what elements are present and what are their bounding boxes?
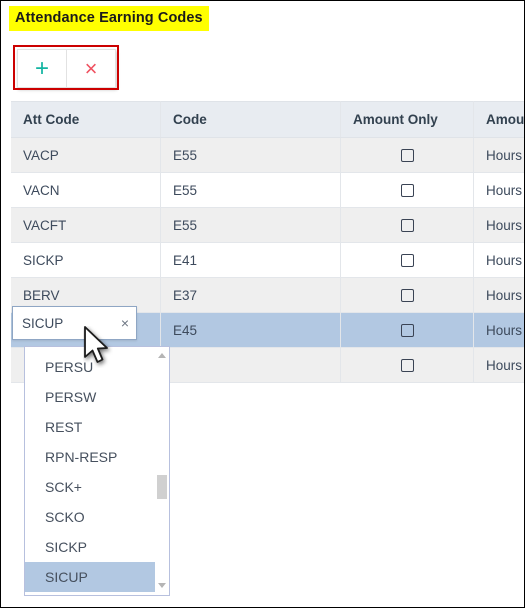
column-header-amount-only[interactable]: Amount Only [340,101,474,138]
cell-code[interactable]: E37 [160,277,341,313]
dropdown-option[interactable]: REST [25,412,155,442]
att-code-input[interactable]: SICUP [13,316,114,331]
cell-amount-only[interactable] [340,277,474,313]
cell-amount-as[interactable]: Hours x Rate [473,242,524,278]
amount-only-checkbox[interactable] [400,149,414,163]
amount-only-checkbox[interactable] [400,324,414,338]
att-code-dropdown: PERSU PERSW REST RPN-RESP SCK+ SCKO SICK… [24,346,170,596]
table-row[interactable]: VACN E55 Hours x Rate [11,172,524,208]
table-row[interactable]: VACP E55 Hours x Rate [11,137,524,173]
column-header-att-code[interactable]: Att Code [11,101,161,138]
amount-only-checkbox[interactable] [400,219,414,233]
scroll-down-arrow-icon[interactable] [158,583,166,589]
cell-code[interactable]: E55 [160,207,341,243]
cell-att-code[interactable]: VACN [11,172,161,208]
scroll-up-arrow-icon[interactable] [158,353,166,359]
cell-att-code[interactable]: SICKP [11,242,161,278]
dropdown-option-selected[interactable]: SICUP [25,562,155,592]
cell-amount-only[interactable] [340,242,474,278]
toolbar-highlight-annotation [13,45,119,90]
attendance-earning-codes-table: Att Code Code Amount Only AmountAs VACP … [11,101,524,383]
cell-amount-only[interactable] [340,172,474,208]
table-header-row: Att Code Code Amount Only AmountAs [11,101,524,138]
cell-amount-as[interactable]: Hours x Rate [473,312,524,348]
amount-only-checkbox[interactable] [400,359,414,373]
column-header-amount-as[interactable]: AmountAs [473,101,524,138]
amount-only-checkbox[interactable] [400,289,414,303]
table-header: Att Code Code Amount Only AmountAs [11,101,524,138]
cell-code[interactable] [160,347,341,383]
screenshot-root: Attendance Earning Codes + × Att Code Co… [0,0,525,608]
cell-amount-only[interactable] [340,312,474,348]
cell-code[interactable]: E55 [160,137,341,173]
table-row[interactable]: VACFT E55 Hours x Rate [11,207,524,243]
clear-x-icon[interactable]: × [114,315,136,331]
cell-code[interactable]: E55 [160,172,341,208]
cell-code[interactable]: E45 [160,312,341,348]
dropdown-option[interactable]: RPN-RESP [25,442,155,472]
cell-amount-as[interactable]: Hours x Rate [473,207,524,243]
cell-att-code[interactable]: VACP [11,137,161,173]
page-title: Attendance Earning Codes [9,6,209,31]
cell-amount-as[interactable]: Hours x Rate [473,137,524,173]
cell-att-code[interactable]: VACFT [11,207,161,243]
dropdown-options-list: PERSU PERSW REST RPN-RESP SCK+ SCKO SICK… [25,347,155,595]
dropdown-option[interactable]: PERSW [25,382,155,412]
cell-amount-only[interactable] [340,137,474,173]
cell-amount-only[interactable] [340,347,474,383]
cell-amount-as[interactable]: Hours x Rate [473,277,524,313]
amount-only-checkbox[interactable] [400,184,414,198]
dropdown-option[interactable]: SICKP [25,532,155,562]
att-code-combobox-editor[interactable]: SICUP × [12,306,137,340]
column-header-code[interactable]: Code [160,101,341,138]
dropdown-option[interactable]: SCK+ [25,472,155,502]
cell-code[interactable]: E41 [160,242,341,278]
cell-amount-only[interactable] [340,207,474,243]
amount-only-checkbox[interactable] [400,254,414,268]
dropdown-option[interactable]: SCKO [25,502,155,532]
cell-amount-as[interactable]: Hours x Rate [473,172,524,208]
cell-amount-as[interactable]: Hours x Rate [473,347,524,383]
dropdown-scrollbar[interactable] [155,347,169,595]
table-row[interactable]: SICKP E41 Hours x Rate [11,242,524,278]
scrollbar-thumb[interactable] [157,475,167,499]
dropdown-option[interactable]: PERSU [25,352,155,382]
